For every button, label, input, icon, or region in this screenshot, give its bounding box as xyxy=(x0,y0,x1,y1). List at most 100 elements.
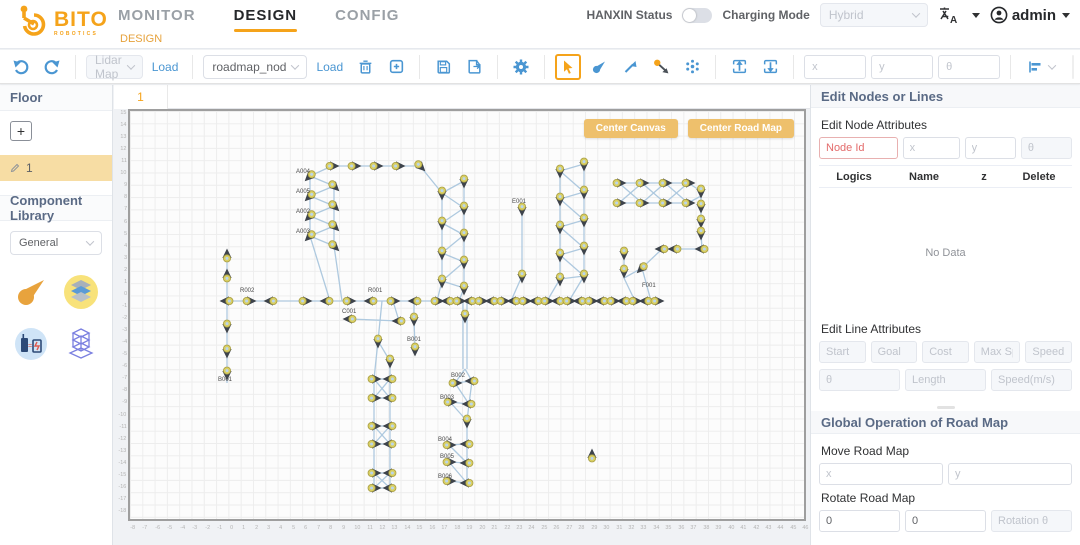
road-node[interactable] xyxy=(242,296,257,306)
hanxin-status-toggle[interactable] xyxy=(682,7,713,23)
road-node[interactable] xyxy=(635,198,650,208)
canvas-tab-1[interactable]: 1 xyxy=(114,85,168,109)
road-node[interactable] xyxy=(579,185,589,200)
road-node[interactable] xyxy=(517,269,527,284)
road-node[interactable] xyxy=(459,281,469,296)
road-node[interactable] xyxy=(459,201,469,216)
road-node[interactable] xyxy=(222,319,232,334)
lidar-map-select[interactable]: Lidar Map xyxy=(86,53,143,81)
road-node[interactable] xyxy=(654,244,669,254)
theta-coordinate-input[interactable] xyxy=(938,54,1001,79)
road-node[interactable] xyxy=(459,458,474,468)
road-node[interactable] xyxy=(619,246,629,261)
road-node[interactable] xyxy=(382,374,397,384)
road-node[interactable] xyxy=(579,157,589,172)
center-roadmap-button[interactable]: Center Road Map xyxy=(687,119,794,138)
road-node[interactable] xyxy=(440,296,455,306)
road-node[interactable] xyxy=(638,296,653,306)
road-node[interactable] xyxy=(694,244,709,254)
node-y-input[interactable] xyxy=(964,137,1016,159)
road-node[interactable] xyxy=(367,393,382,403)
road-node[interactable] xyxy=(409,312,419,327)
road-node[interactable] xyxy=(579,213,589,228)
tab-design[interactable]: DESIGN xyxy=(234,7,298,32)
y-coordinate-input[interactable] xyxy=(871,54,934,79)
road-node[interactable] xyxy=(696,199,706,214)
road-node[interactable] xyxy=(298,296,313,306)
draw-line-node-tool-button[interactable] xyxy=(648,54,674,80)
road-node[interactable] xyxy=(459,255,469,270)
road-node[interactable] xyxy=(462,296,477,306)
component-category-select[interactable]: General xyxy=(10,231,102,255)
node-x-input[interactable] xyxy=(902,137,960,159)
road-node[interactable] xyxy=(367,374,382,384)
road-node[interactable] xyxy=(437,216,447,231)
road-node[interactable] xyxy=(587,448,597,463)
road-node[interactable] xyxy=(369,161,384,171)
x-coordinate-input[interactable] xyxy=(804,54,867,79)
road-node[interactable] xyxy=(347,161,362,171)
road-node[interactable] xyxy=(367,468,382,478)
road-node[interactable] xyxy=(219,296,234,306)
center-canvas-button[interactable]: Center Canvas xyxy=(583,119,678,138)
component-node-tool[interactable] xyxy=(12,273,50,311)
road-node[interactable] xyxy=(459,439,474,449)
road-node[interactable] xyxy=(222,344,232,359)
road-node[interactable] xyxy=(612,198,627,208)
node-id-input[interactable] xyxy=(819,137,898,159)
road-node[interactable] xyxy=(572,296,587,306)
road-node[interactable] xyxy=(437,274,447,289)
road-node[interactable] xyxy=(658,178,673,188)
road-node[interactable] xyxy=(506,296,521,306)
road-node[interactable] xyxy=(517,202,527,217)
panel-divider[interactable] xyxy=(811,403,1080,411)
road-node[interactable] xyxy=(342,296,357,306)
road-node[interactable] xyxy=(464,376,479,386)
road-node[interactable] xyxy=(319,296,334,306)
move-y-input[interactable] xyxy=(948,463,1072,485)
road-node[interactable] xyxy=(382,439,397,449)
road-node[interactable] xyxy=(222,268,232,283)
road-node[interactable] xyxy=(342,314,357,324)
road-node[interactable] xyxy=(407,296,422,306)
road-node[interactable] xyxy=(612,178,627,188)
settings-gear-button[interactable] xyxy=(508,54,534,80)
road-node[interactable] xyxy=(382,468,397,478)
language-caret-icon[interactable] xyxy=(971,12,980,18)
select-tool-button[interactable] xyxy=(555,53,582,80)
road-node[interactable] xyxy=(555,192,565,207)
cluster-tool-button[interactable] xyxy=(679,54,705,80)
road-node[interactable] xyxy=(263,296,278,306)
align-tool-button[interactable] xyxy=(1021,54,1061,80)
road-node[interactable] xyxy=(460,309,470,324)
roadmap-select[interactable]: roadmap_nod xyxy=(203,54,308,79)
floor-item-1[interactable]: 1 xyxy=(0,155,112,181)
road-edge[interactable] xyxy=(454,382,470,405)
redo-button[interactable] xyxy=(39,54,65,80)
charging-mode-select[interactable]: Hybrid xyxy=(819,3,928,27)
draw-line-tool-button[interactable] xyxy=(617,54,643,80)
component-charging-station[interactable]: = xyxy=(12,325,50,363)
road-node[interactable] xyxy=(579,241,589,256)
road-node[interactable] xyxy=(391,161,406,171)
save-button[interactable] xyxy=(430,54,456,80)
save-as-button[interactable] xyxy=(461,54,487,80)
user-menu[interactable]: admin xyxy=(990,6,1070,24)
road-node[interactable] xyxy=(382,421,397,431)
road-node[interactable] xyxy=(448,378,463,388)
road-edge[interactable] xyxy=(333,245,343,302)
road-node[interactable] xyxy=(555,220,565,235)
road-node[interactable] xyxy=(222,248,232,263)
component-layers[interactable] xyxy=(62,273,100,311)
rotate-x-input[interactable] xyxy=(819,510,900,532)
road-node[interactable] xyxy=(658,198,673,208)
delete-map-button[interactable] xyxy=(352,54,378,80)
road-node[interactable] xyxy=(437,246,447,261)
add-floor-button[interactable]: + xyxy=(10,121,32,141)
road-edge[interactable] xyxy=(309,235,331,302)
road-node[interactable] xyxy=(461,399,476,409)
road-node[interactable] xyxy=(382,393,397,403)
new-map-button[interactable] xyxy=(383,54,409,80)
export-map-button[interactable] xyxy=(726,54,752,80)
road-node[interactable] xyxy=(367,439,382,449)
